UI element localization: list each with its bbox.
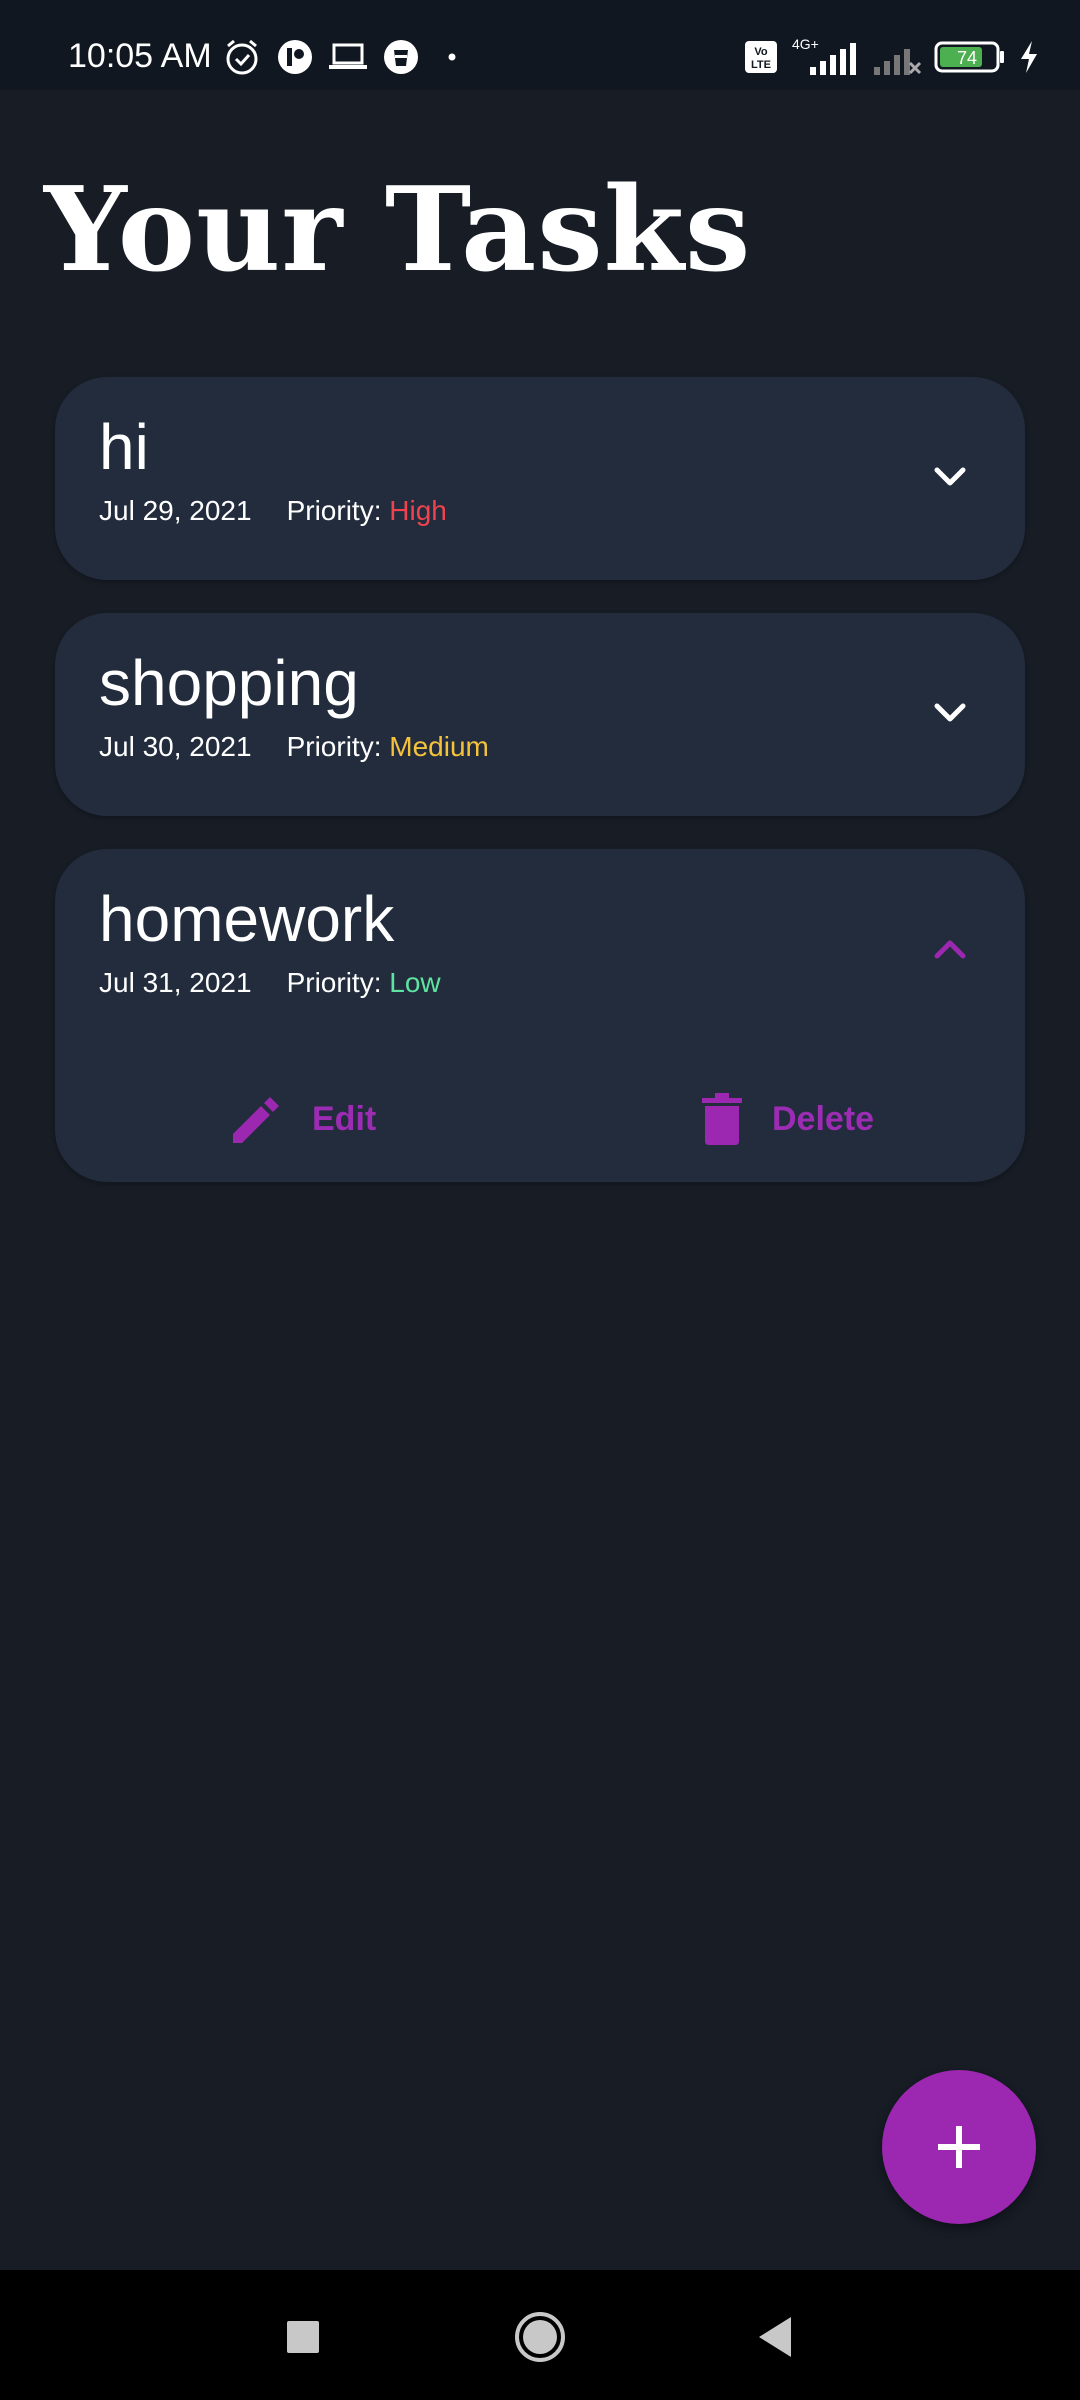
status-time: 10:05 AM [68, 37, 212, 75]
page-title: Your Tasks [44, 162, 752, 298]
chevron-down-icon[interactable] [930, 693, 970, 733]
task-date: Jul 31, 2021 [99, 967, 252, 998]
svg-text:4G+: 4G+ [792, 37, 819, 52]
chevron-down-icon[interactable] [930, 457, 970, 497]
trash-icon [702, 1093, 742, 1145]
task-card[interactable]: shopping Jul 30, 2021 Priority: Medium [55, 613, 1025, 816]
dot-icon [434, 52, 464, 62]
battery-level: 74 [957, 48, 977, 68]
priority-label: Priority: [286, 967, 382, 998]
svg-text:Vo: Vo [754, 46, 768, 58]
recent-apps-icon [287, 2321, 319, 2353]
svg-text:LTE: LTE [751, 59, 771, 71]
task-meta: Jul 31, 2021 Priority: Low [99, 965, 441, 1001]
battery-icon: 74 [934, 40, 1006, 74]
task-title: shopping [99, 647, 359, 719]
charging-icon [1018, 40, 1040, 74]
task-card[interactable]: homework Jul 31, 2021 Priority: Low Edit… [55, 849, 1025, 1182]
task-date: Jul 29, 2021 [99, 495, 252, 526]
recent-apps-button[interactable] [276, 2310, 330, 2364]
task-date: Jul 30, 2021 [99, 731, 252, 762]
status-bar: 10:05 AM Vo LTE 4G+ 74 [0, 0, 1080, 90]
add-task-button[interactable] [882, 2070, 1036, 2224]
app-notification-icon [276, 38, 314, 76]
task-title: hi [99, 411, 149, 483]
priority-value: Low [389, 967, 441, 998]
status-icons-right: Vo LTE 4G+ 74 [744, 36, 1040, 78]
back-icon [759, 2317, 791, 2357]
laptop-icon [328, 41, 368, 73]
priority-label: Priority: [286, 495, 382, 526]
status-icons-left [222, 36, 464, 78]
pencil-icon [233, 1097, 279, 1143]
home-button[interactable] [513, 2310, 567, 2364]
priority-value: High [389, 495, 447, 526]
chevron-up-icon[interactable] [930, 929, 970, 969]
edit-label: Edit [312, 1099, 377, 1138]
volte-icon: Vo LTE [744, 40, 778, 74]
no-signal-icon [872, 37, 922, 77]
edit-button[interactable]: Edit [230, 1079, 376, 1159]
plus-icon [938, 2126, 980, 2168]
priority-value: Medium [389, 731, 489, 762]
task-list: hi Jul 29, 2021 Priority: High shopping … [55, 377, 1025, 1215]
task-actions: Edit Delete [55, 1079, 1025, 1159]
task-card[interactable]: hi Jul 29, 2021 Priority: High [55, 377, 1025, 580]
cup-icon [382, 38, 420, 76]
back-button[interactable] [748, 2310, 802, 2364]
priority-label: Priority: [286, 731, 382, 762]
task-meta: Jul 29, 2021 Priority: High [99, 493, 447, 529]
alarm-icon [222, 37, 262, 77]
task-title: homework [99, 883, 395, 955]
task-meta: Jul 30, 2021 Priority: Medium [99, 729, 489, 765]
delete-label: Delete [772, 1099, 875, 1138]
delete-button[interactable]: Delete [700, 1079, 874, 1159]
navigation-bar [0, 2270, 1080, 2400]
signal-icon: 4G+ [790, 37, 860, 77]
home-icon [515, 2312, 565, 2362]
